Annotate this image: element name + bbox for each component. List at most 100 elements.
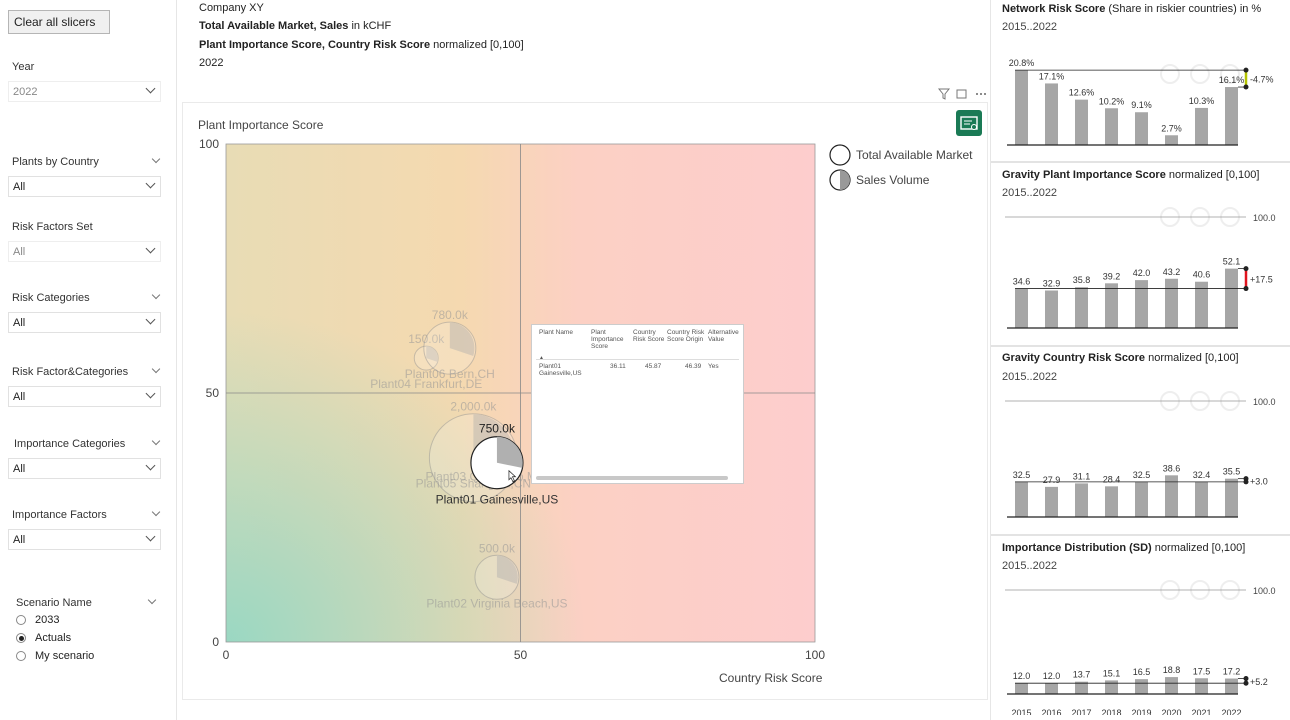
bar-value-label: 17.5: [1193, 666, 1211, 676]
radio-button[interactable]: [16, 651, 26, 661]
plants-country-title: Plants by Country: [12, 156, 99, 168]
bar: [1015, 70, 1028, 145]
plant-importance-chart: 100.0 34.6 32.9 35.8 39.2 42.0 43.2 40.6 52.1 +17…: [1005, 207, 1276, 329]
panel-title: Importance Distribution (SD) normalized …: [1002, 542, 1245, 554]
bar-value-label: 52.1: [1223, 257, 1241, 267]
bar-value-label: 27.9: [1043, 475, 1061, 485]
panel-title-unit: (Share in riskier countries) in %: [1105, 3, 1262, 15]
panel-title-unit: normalized [0,100]: [1151, 542, 1246, 554]
chevron-down-icon: [145, 83, 156, 94]
delta-dot: [1243, 266, 1249, 272]
radio-button[interactable]: [16, 615, 26, 625]
risk-factors-set-dropdown[interactable]: All: [8, 241, 161, 262]
scenario-title: Scenario Name: [16, 597, 92, 609]
header-year: 2022: [199, 57, 224, 69]
bubble-value-label: 2,000.0k: [450, 400, 497, 414]
plants-country-dropdown[interactable]: All: [8, 176, 161, 197]
risk-factors-set-title: Risk Factors Set: [12, 221, 93, 233]
x-category-label: 2016: [1041, 708, 1061, 715]
bar-value-label: 20.8%: [1009, 58, 1035, 68]
country-risk-chart: 100.0 32.5 27.9 31.1 28.4 32.5 38.6 32.4 35.5 +3.…: [1005, 391, 1276, 518]
scenario-option-my-scenario[interactable]: My scenario: [16, 650, 94, 662]
bar: [1105, 486, 1118, 517]
x-category-label: 2017: [1071, 708, 1091, 715]
chevron-down-icon[interactable]: [151, 154, 161, 164]
bar-value-label: 12.0: [1013, 671, 1031, 681]
panel-title-bold: Network Risk Score: [1002, 3, 1106, 15]
circle-icon: [829, 144, 851, 166]
x-tick-label: 50: [514, 648, 528, 662]
risk-factor-categories-dropdown[interactable]: All: [8, 386, 161, 407]
radio-button-selected[interactable]: [16, 633, 26, 643]
filter-icon[interactable]: [937, 88, 951, 100]
bar-value-label: 18.8: [1163, 665, 1181, 675]
tooltip-cell: Plant01 Gainesville,US: [539, 363, 582, 377]
x-category-label: 2022: [1221, 708, 1241, 715]
panel-title-bold: Gravity Plant Importance Score: [1002, 169, 1166, 181]
panel-divider: [991, 161, 1290, 163]
bar: [1135, 280, 1148, 328]
year-dropdown[interactable]: 2022: [8, 81, 161, 102]
bar: [1075, 483, 1088, 517]
focus-mode-icon[interactable]: [956, 89, 967, 99]
risk-categories-dropdown[interactable]: All: [8, 312, 161, 333]
panel-subtitle: 2015..2022: [1002, 187, 1058, 199]
half-circle-icon: [829, 169, 851, 191]
chevron-down-icon[interactable]: [147, 595, 157, 605]
bar-value-label: 40.6: [1193, 270, 1211, 280]
bar: [1015, 481, 1028, 517]
delta-label: +17.5: [1250, 275, 1273, 285]
network-risk-chart: 20.8% 17.1% 12.6% 10.2% 9.1% 2.7% 10.3% 16.1% -4…: [1007, 58, 1274, 146]
x-tick-label: 100: [805, 648, 825, 662]
bar: [1045, 683, 1058, 694]
importance-factors-dropdown[interactable]: All: [8, 529, 161, 550]
more-options-icon[interactable]: [976, 93, 986, 95]
clear-slicers-button[interactable]: Clear all slicers: [8, 10, 110, 34]
bar: [1015, 683, 1028, 694]
x-category-label: 2020: [1161, 708, 1181, 715]
tooltip-cell: 46.39: [685, 363, 702, 370]
bubble-name-label: Plant02 Virginia Beach,US: [426, 596, 567, 610]
scenario-option-2033[interactable]: 2033: [16, 614, 59, 626]
bar: [1195, 107, 1208, 145]
bar: [1165, 135, 1178, 145]
bar-value-label: 13.7: [1073, 670, 1091, 680]
bubble-name-label: Plant01 Gainesville,US: [436, 493, 559, 507]
risk-factor-categories-title: Risk Factor&Categories: [12, 366, 129, 378]
chevron-down-icon[interactable]: [151, 290, 161, 300]
sales-wedge: [496, 436, 523, 468]
bar-value-label: 35.5: [1223, 467, 1241, 477]
divider: [536, 359, 739, 360]
ghost-toolbar-icon: [1160, 64, 1180, 84]
x-category-label: 2018: [1101, 708, 1121, 715]
chevron-down-icon[interactable]: [151, 436, 161, 446]
x-category-label: 2019: [1131, 708, 1151, 715]
bar: [1105, 283, 1118, 328]
y-tick-label: 50: [206, 386, 220, 400]
horizontal-scrollbar[interactable]: [536, 476, 728, 480]
scenario-option-actuals[interactable]: Actuals: [16, 632, 71, 644]
x-tick-label: 0: [223, 648, 230, 662]
year-value: 2022: [13, 85, 38, 98]
panel-subtitle: 2015..2022: [1002, 21, 1058, 33]
bubble-point: [474, 554, 520, 600]
delta-dot: [1243, 286, 1249, 292]
reference-label: 100.0: [1253, 586, 1276, 596]
bubble-name-label: Plant06 Bern,CH: [405, 367, 495, 381]
scenario-option-label: 2033: [35, 614, 60, 626]
panel-title: Gravity Plant Importance Score normalize…: [1002, 169, 1259, 181]
tooltip-header: Plant Name: [539, 329, 573, 336]
sort-icon[interactable]: ▲: [539, 355, 544, 361]
panel-title-bold: Importance Distribution (SD): [1002, 542, 1152, 554]
bar: [1045, 486, 1058, 517]
bar-value-label: 32.5: [1013, 470, 1031, 480]
bar: [1225, 87, 1238, 145]
chevron-down-icon[interactable]: [151, 364, 161, 374]
chevron-down-icon: [145, 531, 156, 542]
chevron-down-icon[interactable]: [151, 507, 161, 517]
bar: [1045, 290, 1058, 328]
legend-item-tam: Total Available Market: [829, 144, 973, 166]
delta-dot: [1243, 84, 1249, 90]
visual-header-icons: [937, 88, 986, 100]
importance-categories-dropdown[interactable]: All: [8, 458, 161, 479]
